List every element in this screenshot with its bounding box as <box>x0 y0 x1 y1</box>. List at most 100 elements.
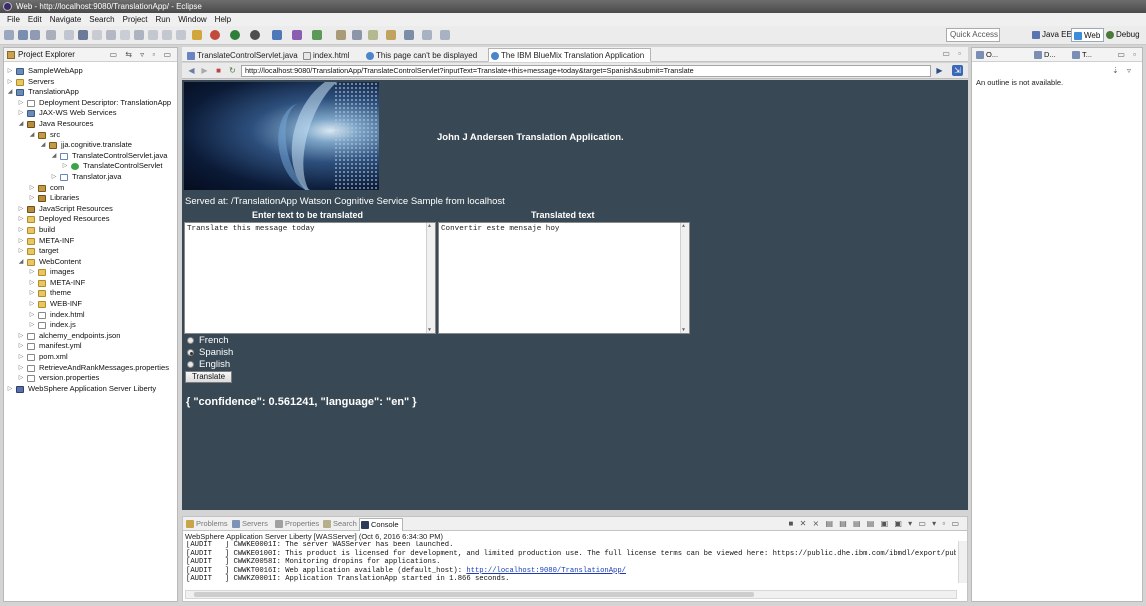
collapse-arrow-icon[interactable]: ◢ <box>7 87 13 98</box>
new-icon[interactable] <box>4 30 14 40</box>
console-toolbar[interactable]: ■ ✕ ⨯ ▤ ▤ ▤ ▤ ▣ ▣ ▾ ▭ ▾ ▫ ▭ <box>789 519 961 528</box>
tree-item[interactable]: ▷ Servers <box>4 77 177 88</box>
search-icon[interactable] <box>368 30 378 40</box>
tree-item[interactable]: ◢ WebContent <box>4 257 177 268</box>
tree-item[interactable]: ◢ TranslateControlServlet.java <box>4 151 177 162</box>
open-type-icon[interactable] <box>336 30 346 40</box>
open-external-icon[interactable]: ⇲ <box>952 65 963 76</box>
collapse-arrow-icon[interactable]: ◢ <box>18 119 24 130</box>
translate-button[interactable]: Translate <box>185 371 232 383</box>
radio-spanish[interactable]: Spanish <box>187 347 233 358</box>
expand-arrow-icon[interactable]: ▷ <box>18 108 24 119</box>
menu-navigate[interactable]: Navigate <box>46 13 86 26</box>
expand-arrow-icon[interactable]: ▷ <box>51 172 57 183</box>
back-arrow-icon[interactable]: ◀ <box>186 65 197 76</box>
view-minmax-icon[interactable]: ▭ ▫ <box>1117 48 1139 62</box>
tool-icon[interactable] <box>148 30 158 40</box>
tab-outline[interactable]: O... <box>976 48 998 62</box>
toggle-icon[interactable] <box>92 30 102 40</box>
expand-arrow-icon[interactable]: ▷ <box>18 352 24 363</box>
expand-arrow-icon[interactable]: ▷ <box>29 183 35 194</box>
tree-item[interactable]: ▷ Libraries <box>4 193 177 204</box>
menu-project[interactable]: Project <box>119 13 152 26</box>
output-textarea[interactable]: Convertir este mensaje hoy <box>438 222 690 334</box>
tab-t[interactable]: T... <box>1072 48 1092 62</box>
collapse-arrow-icon[interactable]: ◢ <box>18 257 24 268</box>
block-icon[interactable] <box>120 30 130 40</box>
tree-item[interactable]: ▷ version.properties <box>4 373 177 384</box>
open-task-icon[interactable] <box>352 30 362 40</box>
tab-problems[interactable]: Problems <box>185 518 228 531</box>
console-vertical-scrollbar[interactable] <box>958 541 967 583</box>
url-input[interactable]: http://localhost:9080/TranslationApp/Tra… <box>241 65 931 77</box>
tree-item[interactable]: ▷ SampleWebApp <box>4 66 177 77</box>
tree-item[interactable]: ▷ JavaScript Resources <box>4 204 177 215</box>
tree-item[interactable]: ◢ src <box>4 130 177 141</box>
expand-arrow-icon[interactable]: ▷ <box>29 193 35 204</box>
search-tool-icon[interactable] <box>192 30 202 40</box>
launch-icon[interactable] <box>312 30 322 40</box>
menu-run[interactable]: Run <box>152 13 175 26</box>
expand-arrow-icon[interactable]: ▷ <box>18 341 24 352</box>
expand-arrow-icon[interactable]: ▷ <box>18 363 24 374</box>
forward-arrow-icon[interactable]: ▶ <box>199 65 210 76</box>
print-icon[interactable] <box>46 30 56 40</box>
tab-console[interactable]: Console <box>359 518 403 531</box>
back-icon[interactable] <box>422 30 432 40</box>
perspective-web[interactable]: Web <box>1071 28 1105 42</box>
expand-arrow-icon[interactable]: ▷ <box>29 310 35 321</box>
menu-search[interactable]: Search <box>85 13 118 26</box>
tree-item[interactable]: ▷ RetrieveAndRankMessages.properties <box>4 363 177 374</box>
input-textarea[interactable]: Translate this message today <box>184 222 436 334</box>
perspective-debug[interactable]: Debug <box>1104 28 1143 42</box>
tree-item[interactable]: ▷ build <box>4 225 177 236</box>
cut-icon[interactable] <box>64 30 74 40</box>
build-icon[interactable] <box>78 30 88 40</box>
tree-item[interactable]: ▷ TranslateControlServlet <box>4 161 177 172</box>
save-all-icon[interactable] <box>30 30 40 40</box>
tree-item[interactable]: ▷ manifest.yml <box>4 341 177 352</box>
mark-icon[interactable] <box>106 30 116 40</box>
tree-item[interactable]: ▷ target <box>4 246 177 257</box>
tool-icon[interactable] <box>134 30 144 40</box>
settings-icon[interactable] <box>250 30 260 40</box>
refresh-icon[interactable]: ↻ <box>227 65 238 76</box>
annotation-icon[interactable] <box>386 30 396 40</box>
textarea-scrollbar[interactable] <box>426 223 435 333</box>
tab-search[interactable]: Search <box>322 518 357 531</box>
expand-arrow-icon[interactable]: ▷ <box>18 204 24 215</box>
tree-item[interactable]: ▷ Deployment Descriptor: TranslationApp <box>4 98 177 109</box>
collapse-arrow-icon[interactable]: ◢ <box>51 151 57 162</box>
tab-d[interactable]: D... <box>1034 48 1056 62</box>
tree-item[interactable]: ▷ Translator.java <box>4 172 177 183</box>
radio-french[interactable]: French <box>187 335 229 346</box>
expand-arrow-icon[interactable]: ▷ <box>18 331 24 342</box>
expand-arrow-icon[interactable]: ▷ <box>29 278 35 289</box>
editor-minmax-icon[interactable]: ▭ ▫ <box>942 49 964 58</box>
menu-file[interactable]: File <box>3 13 24 26</box>
tab-properties[interactable]: Properties <box>274 518 319 531</box>
tool-icon[interactable] <box>176 30 186 40</box>
tab-index-html[interactable]: index.html <box>300 48 354 62</box>
console-output[interactable]: WebSphere Application Server Liberty [WA… <box>182 531 968 602</box>
expand-arrow-icon[interactable]: ▷ <box>18 98 24 109</box>
radio-english[interactable]: English <box>187 359 230 370</box>
expand-arrow-icon[interactable]: ▷ <box>29 288 35 299</box>
tree-item[interactable]: ▷ pom.xml <box>4 352 177 363</box>
tool-icon[interactable] <box>162 30 172 40</box>
tree-item[interactable]: ◢ Java Resources <box>4 119 177 130</box>
perspective-java-ee[interactable]: Java EE <box>1030 28 1075 42</box>
tree-item[interactable]: ▷ com <box>4 183 177 194</box>
menu-window[interactable]: Window <box>174 13 210 26</box>
radio-button-selected[interactable] <box>187 349 194 356</box>
view-toolbar[interactable]: ▭ ⇆ ▿ ▫ ▭ <box>109 48 174 62</box>
next-annotation-icon[interactable] <box>404 30 414 40</box>
forward-icon[interactable] <box>440 30 450 40</box>
tree-item[interactable]: ◢ TranslationApp <box>4 87 177 98</box>
project-explorer-title[interactable]: Project Explorer <box>18 50 75 59</box>
expand-arrow-icon[interactable]: ▷ <box>7 77 13 88</box>
quick-access-field[interactable]: Quick Access <box>946 28 1000 42</box>
expand-arrow-icon[interactable]: ▷ <box>18 214 24 225</box>
debug-icon[interactable] <box>230 30 240 40</box>
expand-arrow-icon[interactable]: ▷ <box>18 373 24 384</box>
